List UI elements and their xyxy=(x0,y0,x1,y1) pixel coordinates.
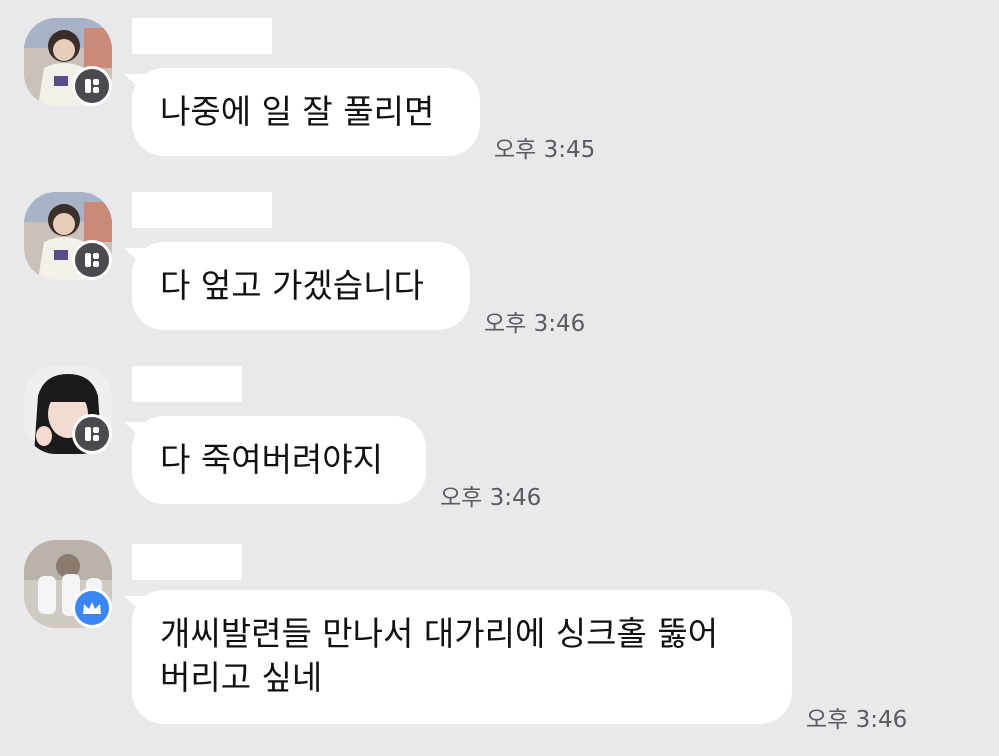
sender-name-redacted xyxy=(132,192,272,228)
channel-badge-icon xyxy=(72,66,112,106)
sender-name-redacted xyxy=(132,544,242,580)
message-bubble[interactable]: 나중에 일 잘 풀리면 xyxy=(132,68,480,156)
channel-badge-icon xyxy=(72,240,112,280)
channel-badge-icon xyxy=(72,414,112,454)
message-time: 오후 3:45 xyxy=(494,137,596,163)
sender-name-redacted xyxy=(132,366,242,402)
message-time: 오후 3:46 xyxy=(440,485,542,511)
crown-badge-icon xyxy=(72,588,112,628)
message-bubble[interactable]: 다 죽여버려야지 xyxy=(132,416,426,504)
message-bubble[interactable]: 다 엎고 가겠습니다 xyxy=(132,242,470,330)
sender-name-redacted xyxy=(132,18,272,54)
message-bubble[interactable]: 개씨발련들 만나서 대가리에 싱크홀 뚫어 버리고 싶네 xyxy=(132,590,792,724)
message-time: 오후 3:46 xyxy=(806,707,908,733)
message-time: 오후 3:46 xyxy=(484,311,586,337)
